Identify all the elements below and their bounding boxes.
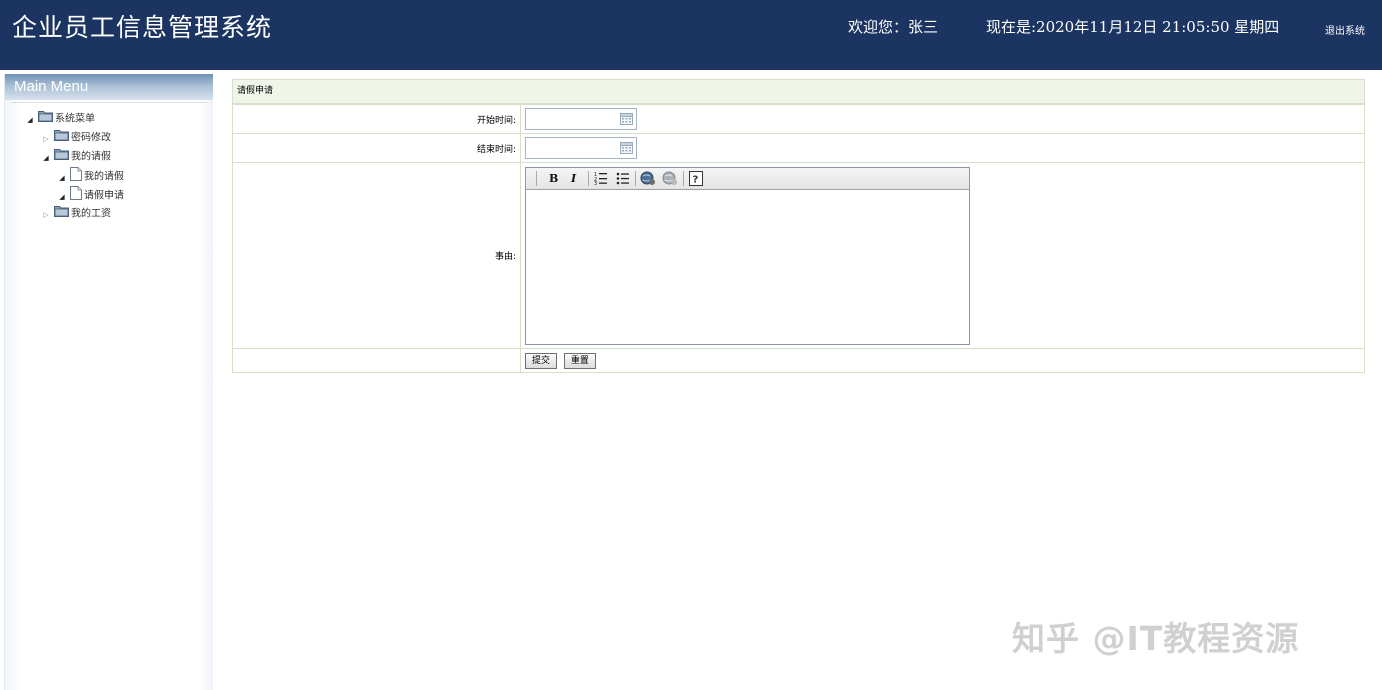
sidebar-divider [11, 102, 207, 103]
editor-body[interactable] [526, 190, 969, 344]
leave-form: 开始时间: 结束时间: 事由: B I 1 2 3 ? 提交 重置 [232, 104, 1365, 373]
leaf-arrow-icon: ◢ [59, 173, 65, 182]
toolbar-separator [588, 170, 589, 186]
welcome-text: 欢迎您：张三 [848, 18, 939, 36]
tree-item-label: 我的请假 [84, 171, 124, 183]
section-title: 请假申请 [232, 79, 1365, 104]
start-time-input[interactable] [525, 108, 637, 130]
actions-label-cell [232, 348, 521, 373]
tree-item-label: 密码修改 [71, 132, 111, 144]
main-content: 请假申请 开始时间: 结束时间: 事由: B I 1 2 3 ? 提交 重置 [232, 79, 1365, 373]
end-time-cell [520, 133, 1365, 163]
top-header: 企业员工信息管理系统 欢迎您：张三 现在是:2020年11月12日 21:05:… [0, 0, 1382, 70]
reset-button[interactable]: 重置 [563, 352, 596, 369]
form-row-end: 结束时间: [232, 133, 1365, 163]
svg-text:3: 3 [594, 181, 597, 185]
tree-item-label: 我的工资 [71, 208, 111, 220]
tree-root-label: 系统菜单 [55, 113, 95, 125]
editor-toolbar: B I 123 ? [526, 167, 969, 190]
current-datetime: 现在是:2020年11月12日 21:05:50 星期四 [986, 18, 1280, 36]
tree-root-node[interactable]: ◢ 系统菜单 [25, 110, 95, 128]
leaf-arrow-icon: ◢ [59, 192, 65, 201]
logout-link[interactable]: 退出系统 [1325, 22, 1365, 37]
page-icon [70, 186, 82, 207]
collapse-arrow-icon[interactable]: ◢ [25, 111, 35, 129]
tree-item-my-leave-folder[interactable]: ◢ 我的请假 [41, 148, 111, 166]
tree-item-leave-apply-page[interactable]: ◢ 请假申请 [57, 186, 124, 204]
folder-icon [54, 129, 69, 148]
app-title: 企业员工信息管理系统 [12, 13, 273, 42]
sidebar-title: Main Menu [5, 74, 213, 100]
watermark: 知乎 @IT教程资源 [1012, 619, 1300, 658]
form-row-actions: 提交 重置 [232, 348, 1365, 373]
end-time-input[interactable] [525, 137, 637, 159]
unordered-list-icon[interactable] [616, 171, 630, 186]
help-icon[interactable]: ? [689, 170, 703, 186]
toolbar-separator [683, 170, 684, 186]
unlink-icon[interactable] [662, 171, 678, 186]
actions-cell: 提交 重置 [520, 348, 1365, 373]
sidebar: Main Menu ◢ 系统菜单 ▷ 密码修改 ◢ 我的请假 ◢ 我的请假 ◢ 请假申请 … [4, 74, 213, 690]
ordered-list-icon[interactable]: 123 [594, 171, 608, 187]
submit-button[interactable]: 提交 [525, 352, 558, 369]
form-row-start: 开始时间: [232, 104, 1365, 134]
end-time-label: 结束时间: [232, 133, 521, 163]
start-time-label: 开始时间: [232, 104, 521, 134]
tree-item-my-salary[interactable]: ▷ 我的工资 [41, 205, 111, 223]
svg-text:?: ? [693, 174, 699, 185]
calendar-icon[interactable] [620, 142, 633, 157]
toolbar-separator [536, 170, 537, 186]
folder-icon [54, 205, 69, 224]
tree-item-label: 我的请假 [71, 151, 111, 163]
toolbar-separator [635, 170, 636, 186]
folder-icon [54, 148, 69, 167]
form-row-reason: 事由: B I 123 ? [232, 162, 1365, 349]
reason-label: 事由: [232, 162, 521, 349]
tree-item-password[interactable]: ▷ 密码修改 [41, 129, 111, 147]
reason-cell: B I 123 ? [520, 162, 1365, 349]
link-icon[interactable] [640, 171, 656, 186]
expand-arrow-icon[interactable]: ▷ [41, 206, 51, 224]
italic-button[interactable]: I [571, 171, 576, 186]
rich-text-editor: B I 123 ? [525, 166, 970, 345]
calendar-icon[interactable] [620, 113, 633, 128]
tree-item-label: 请假申请 [84, 190, 124, 202]
folder-icon [38, 110, 53, 129]
bold-button[interactable]: B [549, 171, 558, 186]
tree-item-my-leave-page[interactable]: ◢ 我的请假 [57, 167, 124, 185]
expand-arrow-icon[interactable]: ▷ [41, 130, 51, 148]
collapse-arrow-icon[interactable]: ◢ [41, 149, 51, 167]
start-time-cell [520, 104, 1365, 134]
page-icon [70, 167, 82, 188]
